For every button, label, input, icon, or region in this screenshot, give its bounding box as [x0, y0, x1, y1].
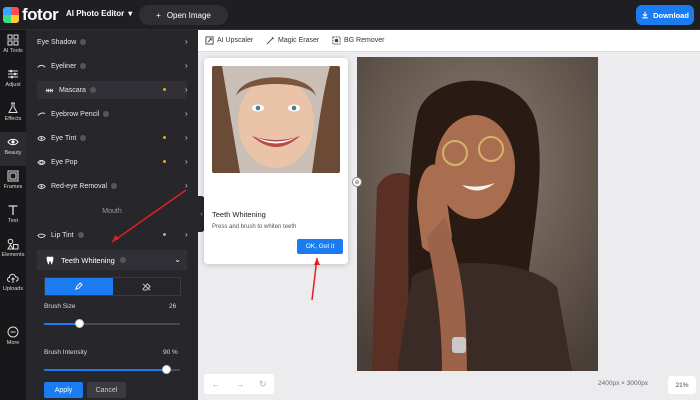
zoom-level[interactable]: 21% — [668, 376, 696, 394]
redo-icon[interactable]: → — [235, 379, 244, 389]
image-dimensions: 2400px × 3000px — [598, 380, 649, 387]
undo-icon[interactable]: ← — [211, 379, 220, 389]
reset-icon[interactable]: ↻ — [259, 379, 267, 390]
annotation-arrows — [111, 189, 320, 301]
history-controls: ← → ↻ — [204, 374, 274, 394]
